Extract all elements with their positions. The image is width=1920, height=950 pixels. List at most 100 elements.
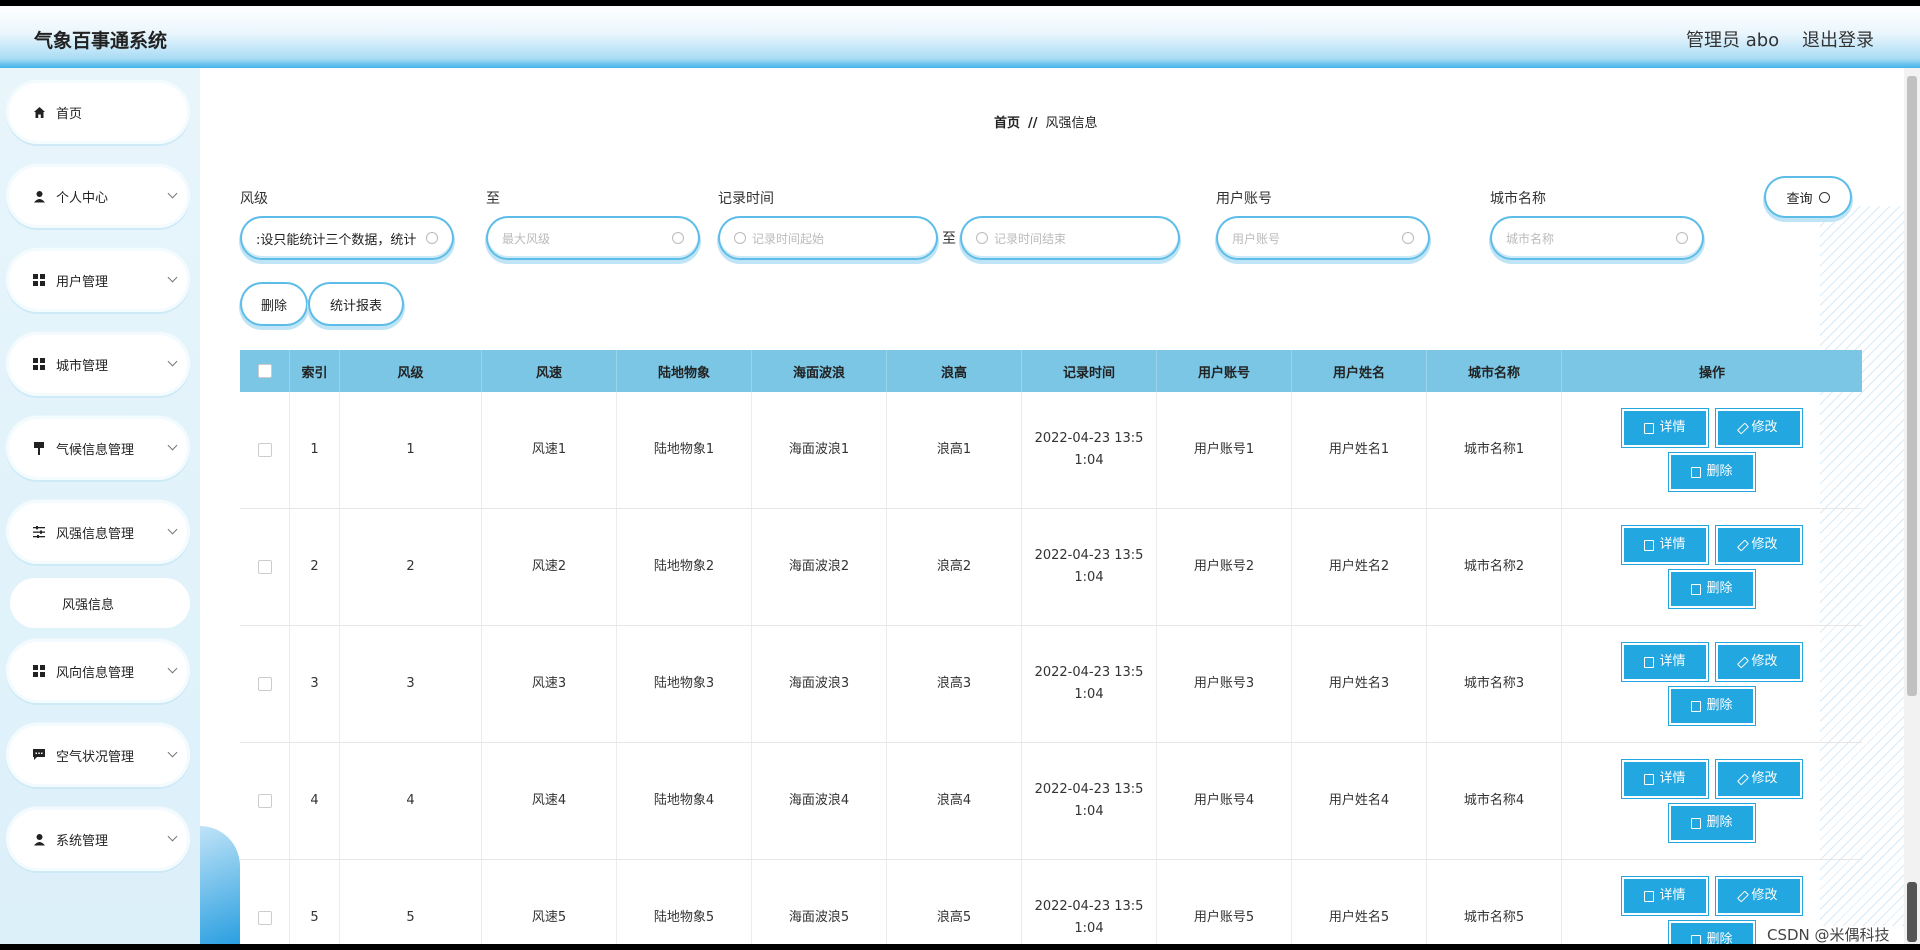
sidebar-item-city-management[interactable]: 城市管理 <box>6 332 190 396</box>
table-cell: 风速1 <box>482 392 617 508</box>
table-cell: 浪高3 <box>887 626 1022 742</box>
edit-icon <box>1737 538 1750 552</box>
cell-text: 海面波浪5 <box>788 910 850 925</box>
breadcrumb: 首页 // 风强信息 <box>994 112 1098 131</box>
delete-button[interactable]: 删除 <box>1671 806 1753 840</box>
delete-label: 删除 <box>1706 464 1733 479</box>
detail-button[interactable]: 详情 <box>1624 645 1706 679</box>
detail-button[interactable]: 详情 <box>1624 762 1706 796</box>
app-window: 气象百事通系统 管理员 abo 退出登录 首页 个人中心 用户管理 城市管理 气… <box>0 6 1920 944</box>
row-actions: 详情 修改删除 <box>1562 743 1862 859</box>
table-cell: 城市名称4 <box>1427 743 1562 859</box>
cell-text: 用户姓名1 <box>1328 442 1390 457</box>
city-name-placeholder: 城市名称 <box>1506 231 1555 246</box>
user-account-input[interactable]: 用户账号 <box>1218 218 1428 258</box>
cell-text: 风速1 <box>531 442 567 457</box>
search-icon <box>1402 232 1414 244</box>
sidebar-item-personal-center[interactable]: 个人中心 <box>6 164 190 228</box>
edit-button[interactable]: 修改 <box>1718 645 1800 679</box>
cell-text: 风速3 <box>531 676 567 691</box>
table-cell: 海面波浪3 <box>752 626 887 742</box>
table-cell: 浪高1 <box>887 392 1022 508</box>
row-select-cell <box>240 860 290 944</box>
time-end-placeholder: 记录时间结束 <box>994 231 1067 246</box>
sidebar-item-home[interactable]: 首页 <box>6 80 190 144</box>
sidebar-subitem-wind-strength-info[interactable]: 风强信息 <box>10 578 190 628</box>
scrollbar-thumb[interactable] <box>1907 76 1917 696</box>
edit-button[interactable]: 修改 <box>1718 879 1800 913</box>
sidebar-item-climate-management[interactable]: 气候信息管理 <box>6 416 190 480</box>
cell-text: 3 <box>406 676 415 691</box>
trash-icon <box>1691 466 1702 478</box>
edit-icon <box>1737 889 1750 903</box>
row-checkbox[interactable] <box>257 443 272 457</box>
table-cell: 风速4 <box>482 743 617 859</box>
cell-text: 4 <box>406 793 415 808</box>
delete-label: 删除 <box>1706 815 1733 830</box>
column-header: 浪高 <box>887 350 1022 392</box>
select-all-checkbox[interactable] <box>257 364 272 378</box>
cell-text: 海面波浪3 <box>788 676 850 691</box>
batch-delete-button[interactable]: 删除 <box>242 284 306 324</box>
sidebar-item-user-management[interactable]: 用户管理 <box>6 248 190 312</box>
table-cell: 海面波浪1 <box>752 392 887 508</box>
table-cell: 1 <box>290 392 340 508</box>
sidebar-item-wind-direction-management[interactable]: 风向信息管理 <box>6 639 190 703</box>
clock-icon <box>734 232 746 244</box>
row-checkbox[interactable] <box>257 911 272 925</box>
table-cell: 2022-04-23 13:51:04 <box>1022 860 1157 944</box>
cell-text: 陆地物象2 <box>653 559 715 574</box>
detail-button[interactable]: 详情 <box>1624 411 1706 445</box>
cell-text: 风速5 <box>531 910 567 925</box>
delete-button[interactable]: 删除 <box>1671 455 1753 489</box>
admin-username: 管理员 abo <box>1686 30 1780 51</box>
city-name-input[interactable]: 城市名称 <box>1492 218 1702 258</box>
clear-icon[interactable] <box>426 232 438 244</box>
sidebar-item-air-quality-management[interactable]: 空气状况管理 <box>6 723 190 787</box>
breadcrumb-home[interactable]: 首页 <box>994 116 1020 131</box>
detail-button[interactable]: 详情 <box>1624 528 1706 562</box>
table-cell: 用户账号3 <box>1157 626 1292 742</box>
table-cell: 2022-04-23 13:51:04 <box>1022 626 1157 742</box>
cell-text: 5 <box>406 910 415 925</box>
sidebar-item-label: 用户管理 <box>56 274 109 290</box>
table-cell: 4 <box>340 743 482 859</box>
cell-text: 海面波浪4 <box>788 793 850 808</box>
cell-text: 城市名称2 <box>1463 559 1525 574</box>
time-end-input[interactable]: 记录时间结束 <box>962 218 1178 258</box>
delete-label: 删除 <box>1706 698 1733 713</box>
user-icon <box>32 189 46 203</box>
trash-icon <box>1691 934 1702 944</box>
detail-button[interactable]: 详情 <box>1624 879 1706 913</box>
time-start-input[interactable]: 记录时间起始 <box>720 218 936 258</box>
delete-button[interactable]: 删除 <box>1671 572 1753 606</box>
edit-label: 修改 <box>1751 771 1778 786</box>
cell-text: 用户姓名4 <box>1328 793 1390 808</box>
column-header: 风速 <box>482 350 617 392</box>
max-level-input[interactable]: 最大风级 <box>488 218 698 258</box>
row-checkbox[interactable] <box>257 794 272 808</box>
row-checkbox[interactable] <box>257 560 272 574</box>
sidebar-item-system-management[interactable]: 系统管理 <box>6 807 190 871</box>
document-icon <box>1644 539 1655 551</box>
table-cell: 2022-04-23 13:51:04 <box>1022 509 1157 625</box>
sidebar-item-wind-strength-management[interactable]: 风强信息管理 <box>6 500 190 564</box>
logout-button[interactable]: 退出登录 <box>1802 26 1874 52</box>
statistics-report-button[interactable]: 统计报表 <box>310 284 402 324</box>
detail-label: 详情 <box>1659 888 1686 903</box>
query-button[interactable]: 查询 <box>1766 178 1850 216</box>
edit-button[interactable]: 修改 <box>1718 762 1800 796</box>
delete-button[interactable]: 删除 <box>1671 923 1753 944</box>
chevron-down-icon <box>167 831 178 842</box>
edit-button[interactable]: 修改 <box>1718 411 1800 445</box>
edit-button[interactable]: 修改 <box>1718 528 1800 562</box>
table-cell: 2022-04-23 13:51:04 <box>1022 392 1157 508</box>
wind-level-input[interactable]: :设只能统计三个数据，统计 <box>242 218 452 258</box>
column-header: 索引 <box>290 350 340 392</box>
cell-text: 1 <box>310 442 319 457</box>
row-checkbox[interactable] <box>257 677 272 691</box>
scrollbar-thumb-secondary[interactable] <box>1907 882 1917 942</box>
cell-text: 浪高2 <box>936 559 972 574</box>
cell-text: 城市名称1 <box>1463 442 1525 457</box>
delete-button[interactable]: 删除 <box>1671 689 1753 723</box>
